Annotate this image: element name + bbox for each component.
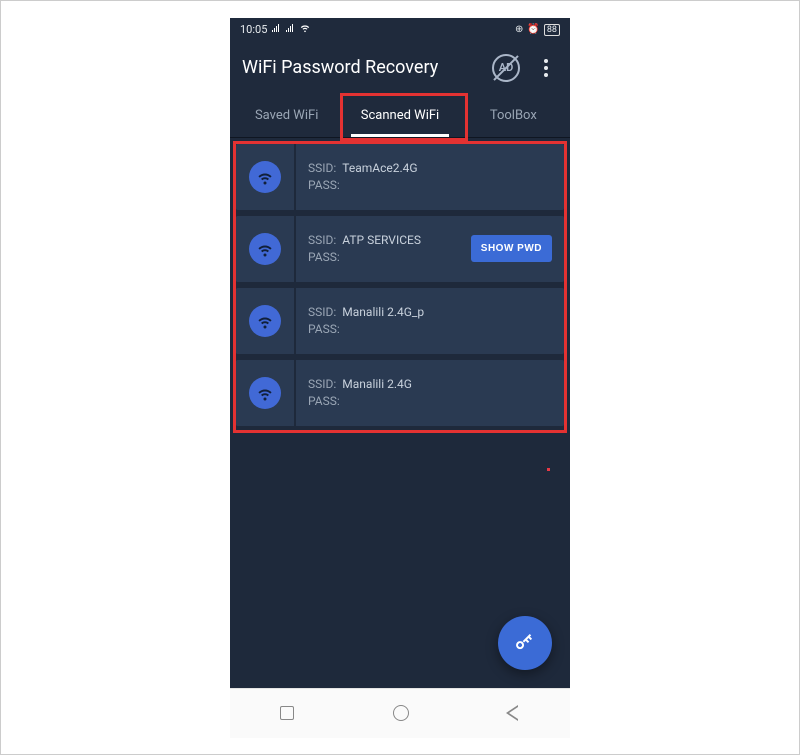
ssid-value: ATP SERVICES — [342, 233, 421, 247]
tab-scanned-wifi[interactable]: Scanned WiFi — [343, 94, 456, 137]
tab-bar: Saved WiFi Scanned WiFi ToolBox — [230, 94, 570, 138]
pass-label: PASS: — [308, 178, 340, 192]
home-button[interactable] — [393, 705, 409, 721]
wifi-icon — [249, 161, 281, 193]
ssid-value: Manalili 2.4G_p — [342, 305, 424, 319]
ssid-label: SSID: — [308, 377, 336, 391]
key-icon — [513, 631, 537, 655]
recording-dot-icon — [547, 468, 550, 471]
wifi-icon — [249, 377, 281, 409]
recent-apps-button[interactable] — [280, 706, 294, 720]
clock: 10:05 — [240, 23, 267, 36]
more-menu-icon[interactable] — [534, 56, 558, 80]
ssid-value: TeamAce2.4G — [342, 161, 417, 175]
tab-toolbox[interactable]: ToolBox — [457, 94, 570, 137]
signal-icon — [271, 23, 281, 36]
alarm-icon: ⏰ — [527, 24, 539, 35]
wifi-list-item[interactable]: SSID: Manalili 2.4G PASS: — [236, 360, 564, 426]
ssid-label: SSID: — [308, 305, 336, 319]
lock-icon: ⊕ — [515, 24, 523, 35]
battery-indicator: 88 — [544, 24, 560, 36]
pass-label: PASS: — [308, 250, 340, 264]
wifi-list-item[interactable]: SSID: ATP SERVICES PASS: SHOW PWD — [236, 216, 564, 282]
no-ads-icon[interactable]: AD — [492, 54, 520, 82]
wifi-icon — [249, 233, 281, 265]
wifi-list-item[interactable]: SSID: Manalili 2.4G_p PASS: — [236, 288, 564, 354]
wifi-list-item[interactable]: SSID: TeamAce2.4G PASS: — [236, 144, 564, 210]
wifi-icon — [249, 305, 281, 337]
status-bar: 10:05 ⊕ ⏰ 88 — [230, 18, 570, 42]
back-button[interactable] — [508, 705, 520, 721]
wifi-icon-cell — [236, 144, 296, 210]
system-nav-bar — [230, 688, 570, 738]
ssid-label: SSID: — [308, 161, 336, 175]
tab-saved-wifi[interactable]: Saved WiFi — [230, 94, 343, 137]
wifi-icon-cell — [236, 288, 296, 354]
wifi-icon-cell — [236, 216, 296, 282]
show-pwd-button[interactable]: SHOW PWD — [471, 235, 552, 262]
content-area: SSID: TeamAce2.4G PASS: SSID: ATP SERVICES… — [230, 138, 570, 688]
app-bar: WiFi Password Recovery AD — [230, 42, 570, 94]
wifi-icon-cell — [236, 360, 296, 426]
ssid-label: SSID: — [308, 233, 336, 247]
pass-label: PASS: — [308, 322, 340, 336]
ssid-value: Manalili 2.4G — [342, 377, 412, 391]
page-title: WiFi Password Recovery — [242, 57, 484, 78]
fab-key-button[interactable] — [498, 616, 552, 670]
wifi-icon — [299, 23, 311, 36]
phone-screen: 10:05 ⊕ ⏰ 88 WiFi Password Recovery AD — [230, 18, 570, 738]
outer-frame: 10:05 ⊕ ⏰ 88 WiFi Password Recovery AD — [0, 0, 800, 755]
signal-icon — [285, 23, 295, 36]
pass-label: PASS: — [308, 394, 340, 408]
